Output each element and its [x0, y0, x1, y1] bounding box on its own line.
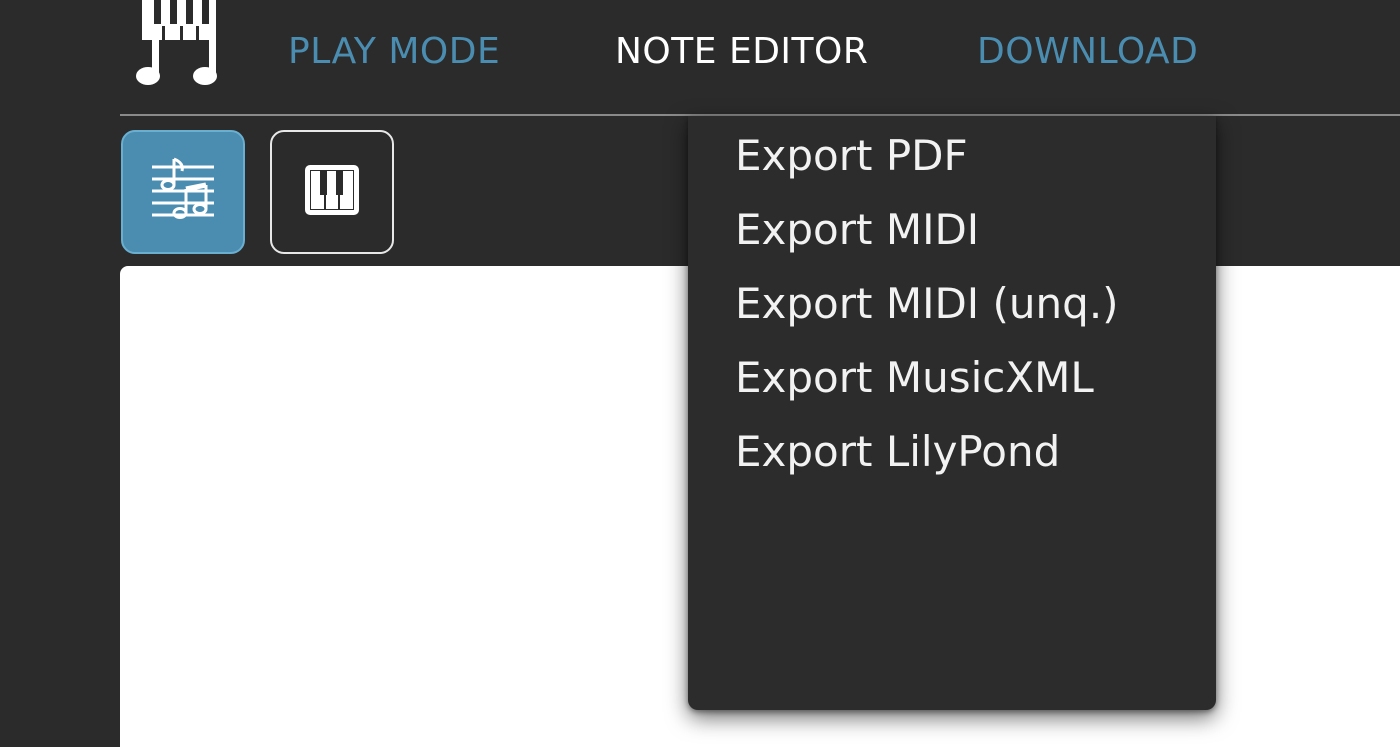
sheet-music-icon [148, 155, 218, 229]
piano-view-button[interactable] [270, 130, 394, 254]
app-window: PLAY MODE NOTE EDITOR DOWNLOAD Export PD… [0, 0, 1400, 747]
menu-item-export-lilypond[interactable]: Export LilyPond [688, 397, 1216, 507]
nav-download[interactable]: DOWNLOAD [977, 30, 1198, 74]
download-dropdown-menu: Export PDF Export MIDI Export MIDI (unq.… [688, 116, 1216, 710]
sheet-music-view-button[interactable] [121, 130, 245, 254]
download-menu-list: Export PDF Export MIDI Export MIDI (unq.… [688, 101, 1216, 507]
nav-note-editor[interactable]: NOTE EDITOR [615, 30, 868, 74]
piano-keys-icon [302, 162, 362, 222]
nav-play-mode[interactable]: PLAY MODE [288, 30, 500, 74]
music-piano-logo-icon[interactable] [128, 0, 224, 96]
